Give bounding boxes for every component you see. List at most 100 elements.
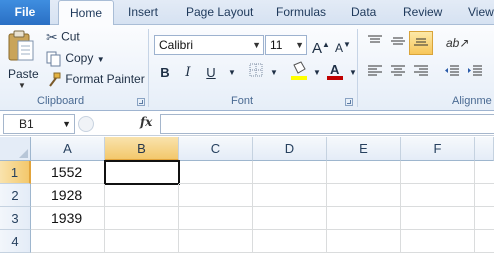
row-header-3[interactable]: 3 xyxy=(0,207,31,230)
row-header-1[interactable]: 1 xyxy=(0,161,31,184)
cell-d1[interactable] xyxy=(253,161,327,184)
cell-f4[interactable] xyxy=(401,230,475,253)
borders-button[interactable] xyxy=(246,63,266,83)
fill-color-dropdown-icon[interactable]: ▼ xyxy=(307,63,327,83)
column-header-e[interactable]: E xyxy=(327,137,401,161)
formula-bar-splitter[interactable] xyxy=(78,116,94,132)
cut-button[interactable]: ✂ Cut xyxy=(46,29,80,46)
column-header-d[interactable]: D xyxy=(253,137,327,161)
orientation-icon: ab↗ xyxy=(446,36,470,50)
tab-home[interactable]: Home xyxy=(58,0,114,26)
cell-g1[interactable] xyxy=(475,161,494,184)
italic-button[interactable]: I xyxy=(178,63,198,83)
cell-b2[interactable] xyxy=(105,184,179,207)
fill-color-button[interactable] xyxy=(289,61,309,81)
insert-function-button[interactable]: fx xyxy=(140,115,152,129)
cell-f1[interactable] xyxy=(401,161,475,184)
chevron-down-icon[interactable]: ▼ xyxy=(252,36,261,54)
cell-a4[interactable] xyxy=(31,230,105,253)
font-color-dropdown-icon[interactable]: ▼ xyxy=(343,63,363,83)
shrink-font-button[interactable]: A▼ xyxy=(333,35,353,55)
row-header-2[interactable]: 2 xyxy=(0,184,31,207)
underline-button[interactable]: U xyxy=(201,63,221,83)
cell-b4[interactable] xyxy=(105,230,179,253)
align-top-button[interactable] xyxy=(365,33,385,53)
cell-a2[interactable]: 1928 xyxy=(31,184,105,207)
cell-f2[interactable] xyxy=(401,184,475,207)
formula-input[interactable] xyxy=(160,114,494,134)
font-color-button[interactable]: A xyxy=(325,61,345,81)
align-middle-button[interactable] xyxy=(388,33,408,53)
decrease-icon: ▼ xyxy=(343,40,351,49)
copy-button[interactable]: Copy ▼ xyxy=(46,51,105,67)
worksheet-grid: A B C D E F 1 2 3 4 1552 1928 1939 xyxy=(0,137,494,254)
align-middle-icon xyxy=(391,37,405,45)
align-left-button[interactable] xyxy=(365,63,385,83)
underline-dropdown-icon[interactable]: ▼ xyxy=(222,63,242,83)
row-header-4[interactable]: 4 xyxy=(0,230,31,253)
tab-page-layout[interactable]: Page Layout xyxy=(186,0,253,25)
paste-dropdown-icon[interactable]: ▼ xyxy=(18,81,26,90)
cell-g2[interactable] xyxy=(475,184,494,207)
chevron-down-icon[interactable]: ▼ xyxy=(295,36,304,54)
align-center-button[interactable] xyxy=(388,63,408,83)
cell-c4[interactable] xyxy=(179,230,253,253)
tab-data[interactable]: Data xyxy=(351,0,376,25)
align-right-button[interactable] xyxy=(411,63,431,83)
select-all-button[interactable] xyxy=(0,137,31,161)
cell-d2[interactable] xyxy=(253,184,327,207)
orientation-button[interactable]: ab↗ xyxy=(446,33,470,53)
tab-file[interactable]: File xyxy=(0,0,50,25)
increase-indent-button[interactable] xyxy=(465,63,485,83)
borders-dropdown-icon[interactable]: ▼ xyxy=(264,63,284,83)
cell-e4[interactable] xyxy=(327,230,401,253)
cell-b3[interactable] xyxy=(105,207,179,230)
cell-g4[interactable] xyxy=(475,230,494,253)
increase-icon: ▲ xyxy=(322,40,330,49)
column-header-a[interactable]: A xyxy=(31,137,105,161)
cell-a1[interactable]: 1552 xyxy=(31,161,105,184)
cell-c3[interactable] xyxy=(179,207,253,230)
tab-formulas[interactable]: Formulas xyxy=(276,0,326,25)
grow-font-button[interactable]: A▲ xyxy=(311,35,331,57)
align-bottom-button[interactable] xyxy=(409,31,433,55)
align-bottom-icon xyxy=(414,38,428,46)
column-header-b[interactable]: B xyxy=(105,137,179,161)
group-divider xyxy=(357,29,358,107)
font-launcher-icon[interactable] xyxy=(345,98,353,106)
bold-button[interactable]: B xyxy=(155,63,175,83)
cell-c1[interactable] xyxy=(179,161,253,184)
grow-font-label: A xyxy=(312,40,323,57)
decrease-indent-button[interactable] xyxy=(442,63,462,83)
cell-d4[interactable] xyxy=(253,230,327,253)
formula-bar: B1 ▼ fx xyxy=(0,112,494,136)
ribbon-tab-bar: File Home Insert Page Layout Formulas Da… xyxy=(0,0,494,26)
paste-button[interactable]: Paste ▼ xyxy=(6,29,39,91)
clipboard-group-label: Clipboard xyxy=(37,95,85,107)
column-header-c[interactable]: C xyxy=(179,137,253,161)
tab-review[interactable]: Review xyxy=(403,0,442,25)
font-name-box[interactable]: Calibri ▼ xyxy=(154,35,264,55)
cell-c2[interactable] xyxy=(179,184,253,207)
tab-view[interactable]: View xyxy=(468,0,494,25)
copy-dropdown-icon[interactable]: ▼ xyxy=(97,55,105,64)
cell-g3[interactable] xyxy=(475,207,494,230)
format-painter-button[interactable]: Format Painter xyxy=(46,72,145,88)
column-header-f[interactable]: F xyxy=(401,137,475,161)
cell-f3[interactable] xyxy=(401,207,475,230)
cell-d3[interactable] xyxy=(253,207,327,230)
cell-a3[interactable]: 1939 xyxy=(31,207,105,230)
cell-e3[interactable] xyxy=(327,207,401,230)
font-size-box[interactable]: 11 ▼ xyxy=(265,35,307,55)
cell-e2[interactable] xyxy=(327,184,401,207)
name-box[interactable]: B1 ▼ xyxy=(3,114,75,134)
chevron-down-icon[interactable]: ▼ xyxy=(62,115,71,133)
column-header-g[interactable] xyxy=(475,137,494,161)
tab-insert[interactable]: Insert xyxy=(128,0,158,25)
clipboard-launcher-icon[interactable] xyxy=(137,98,145,106)
paste-label: Paste xyxy=(8,67,39,81)
borders-icon xyxy=(249,63,263,77)
cell-e1[interactable] xyxy=(327,161,401,184)
cell-b1[interactable] xyxy=(104,160,180,185)
scissors-icon: ✂ xyxy=(46,29,58,45)
